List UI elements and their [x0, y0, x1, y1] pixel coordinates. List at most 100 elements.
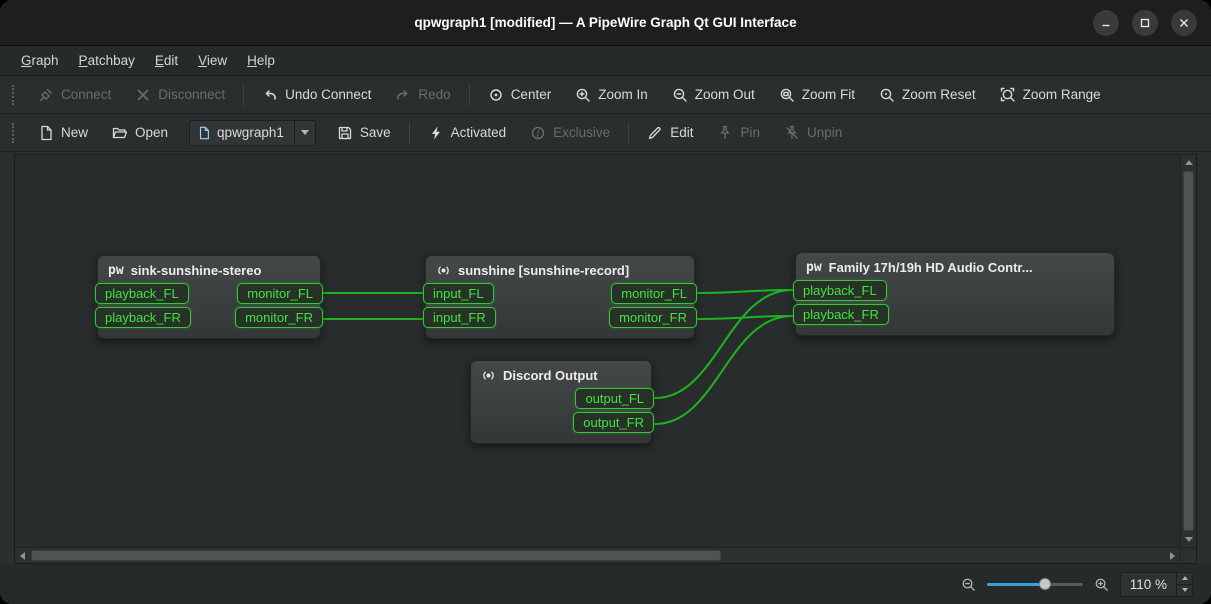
- zoom-out-button[interactable]: Zoom Out: [661, 82, 766, 108]
- menu-help-mnemonic: H: [247, 53, 257, 68]
- node-title: Discord Output: [503, 368, 598, 383]
- zoom-in-button[interactable]: Zoom In: [564, 82, 659, 108]
- menu-edit-mnemonic: E: [155, 53, 164, 68]
- svg-text:f: f: [537, 128, 541, 138]
- redo-button: Redo: [384, 82, 461, 108]
- disconnect-icon: [135, 87, 151, 103]
- open-button[interactable]: Open: [101, 120, 179, 146]
- node-sink-sunshine-stereo[interactable]: pw sink-sunshine-stereo playback_FL moni…: [97, 255, 321, 339]
- scroll-up-button[interactable]: [1181, 155, 1196, 170]
- graph-canvas[interactable]: pw sink-sunshine-stereo playback_FL moni…: [15, 155, 1180, 547]
- zoom-reset-label: Zoom Reset: [902, 87, 976, 102]
- zoom-in-label: Zoom In: [598, 87, 648, 102]
- activated-button[interactable]: Activated: [417, 120, 518, 146]
- zoom-spin-up-button[interactable]: [1177, 573, 1192, 584]
- node-discord-output[interactable]: Discord Output output_FL output_FR: [470, 360, 652, 444]
- patchbay-file-value: qpwgraph1: [217, 125, 284, 140]
- center-button[interactable]: Center: [477, 82, 563, 108]
- edit-pencil-icon: [647, 125, 663, 141]
- edit-button[interactable]: Edit: [636, 120, 704, 146]
- connect-label: Connect: [61, 87, 111, 102]
- patchbay-file-combobox[interactable]: qpwgraph1: [189, 120, 316, 146]
- menu-edit[interactable]: Edit: [146, 49, 187, 72]
- port-row: input_FL monitor_FL: [423, 283, 697, 304]
- center-icon: [488, 87, 504, 103]
- vertical-scrollbar-handle[interactable]: [1183, 171, 1194, 531]
- close-button[interactable]: [1171, 10, 1197, 36]
- toolbar-drag-handle[interactable]: [12, 85, 16, 105]
- scroll-down-button[interactable]: [1181, 532, 1196, 547]
- scrollbar-corner: [1180, 547, 1196, 563]
- menu-help[interactable]: Help: [238, 49, 284, 72]
- open-folder-icon: [112, 125, 128, 141]
- unpin-button: Unpin: [773, 120, 853, 146]
- port-output-monitor_FL[interactable]: monitor_FL: [611, 283, 697, 304]
- port-output-monitor_FR[interactable]: monitor_FR: [609, 307, 697, 328]
- menu-view[interactable]: View: [189, 49, 236, 72]
- toolbar-graph: Connect Disconnect Undo Connect Redo Cen…: [0, 76, 1211, 114]
- save-button[interactable]: Save: [326, 120, 402, 146]
- center-label: Center: [511, 87, 552, 102]
- zoom-spinbox[interactable]: 110 %: [1120, 572, 1193, 597]
- pipewire-icon: pw: [108, 264, 124, 277]
- port-input-playback_FR[interactable]: playback_FR: [793, 304, 889, 325]
- horizontal-scrollbar[interactable]: [15, 547, 1180, 563]
- zoom-slider-handle[interactable]: [1039, 578, 1051, 590]
- port-input-playback_FL[interactable]: playback_FL: [95, 283, 189, 304]
- zoom-in-icon: [575, 87, 591, 103]
- port-output-monitor_FL[interactable]: monitor_FL: [237, 283, 323, 304]
- zoom-range-label: Zoom Range: [1023, 87, 1101, 102]
- port-output-monitor_FR[interactable]: monitor_FR: [235, 307, 323, 328]
- minimize-icon: [1100, 17, 1112, 29]
- port-output-output_FL[interactable]: output_FL: [575, 388, 654, 409]
- zoom-out-label: Zoom Out: [695, 87, 755, 102]
- combobox-dropdown-button[interactable]: [294, 121, 315, 145]
- unpin-icon: [784, 125, 800, 141]
- menu-patchbay-mnemonic: P: [79, 53, 88, 68]
- node-family-hd-audio[interactable]: pw Family 17h/19h HD Audio Contr... play…: [795, 252, 1115, 336]
- port-row: playback_FR monitor_FR: [95, 307, 323, 328]
- port-input-input_FL[interactable]: input_FL: [423, 283, 494, 304]
- pipewire-icon: pw: [806, 261, 822, 274]
- activated-lightning-icon: [428, 125, 444, 141]
- port-input-input_FR[interactable]: input_FR: [423, 307, 496, 328]
- node-header: pw sink-sunshine-stereo: [98, 261, 320, 280]
- port-input-playback_FL[interactable]: playback_FL: [793, 280, 887, 301]
- arrow-up-icon: [1182, 576, 1188, 580]
- port-row: input_FR monitor_FR: [423, 307, 697, 328]
- maximize-button[interactable]: [1132, 10, 1158, 36]
- main-area: pw sink-sunshine-stereo playback_FL moni…: [0, 152, 1211, 564]
- titlebar[interactable]: qpwgraph1 [modified] — A PipeWire Graph …: [0, 0, 1211, 46]
- zoom-slider-fill: [987, 583, 1045, 586]
- horizontal-scrollbar-handle[interactable]: [31, 550, 721, 561]
- port-input-playback_FR[interactable]: playback_FR: [95, 307, 191, 328]
- node-title: sink-sunshine-stereo: [131, 263, 262, 278]
- minimize-button[interactable]: [1093, 10, 1119, 36]
- menu-patchbay[interactable]: Patchbay: [70, 49, 144, 72]
- node-header: sunshine [sunshine-record]: [426, 261, 694, 280]
- graph-viewport: pw sink-sunshine-stereo playback_FL moni…: [14, 154, 1197, 564]
- close-icon: [1178, 17, 1190, 29]
- menu-graph-label: raph: [32, 53, 59, 68]
- port-output-output_FR[interactable]: output_FR: [573, 412, 654, 433]
- new-file-icon: [38, 125, 54, 141]
- pin-button: Pin: [706, 120, 771, 146]
- zoom-slider[interactable]: [987, 576, 1083, 592]
- maximize-icon: [1139, 17, 1151, 29]
- menu-graph[interactable]: Graph: [12, 49, 68, 72]
- zoom-range-button[interactable]: Zoom Range: [989, 82, 1112, 108]
- zoom-value[interactable]: 110 %: [1121, 573, 1176, 596]
- scroll-left-button[interactable]: [15, 548, 30, 563]
- zoom-spin-down-button[interactable]: [1177, 584, 1192, 596]
- node-sunshine[interactable]: sunshine [sunshine-record] input_FL moni…: [425, 255, 695, 339]
- connect-icon: [38, 87, 54, 103]
- zoom-fit-button[interactable]: Zoom Fit: [768, 82, 866, 108]
- vertical-scrollbar[interactable]: [1180, 155, 1196, 547]
- undo-connect-button[interactable]: Undo Connect: [251, 82, 382, 108]
- toolbar-drag-handle[interactable]: [12, 123, 16, 143]
- undo-icon: [262, 87, 278, 103]
- patchbay-file-icon: [197, 126, 211, 140]
- scroll-right-button[interactable]: [1165, 548, 1180, 563]
- new-button[interactable]: New: [27, 120, 99, 146]
- zoom-reset-button[interactable]: Zoom Reset: [868, 82, 987, 108]
